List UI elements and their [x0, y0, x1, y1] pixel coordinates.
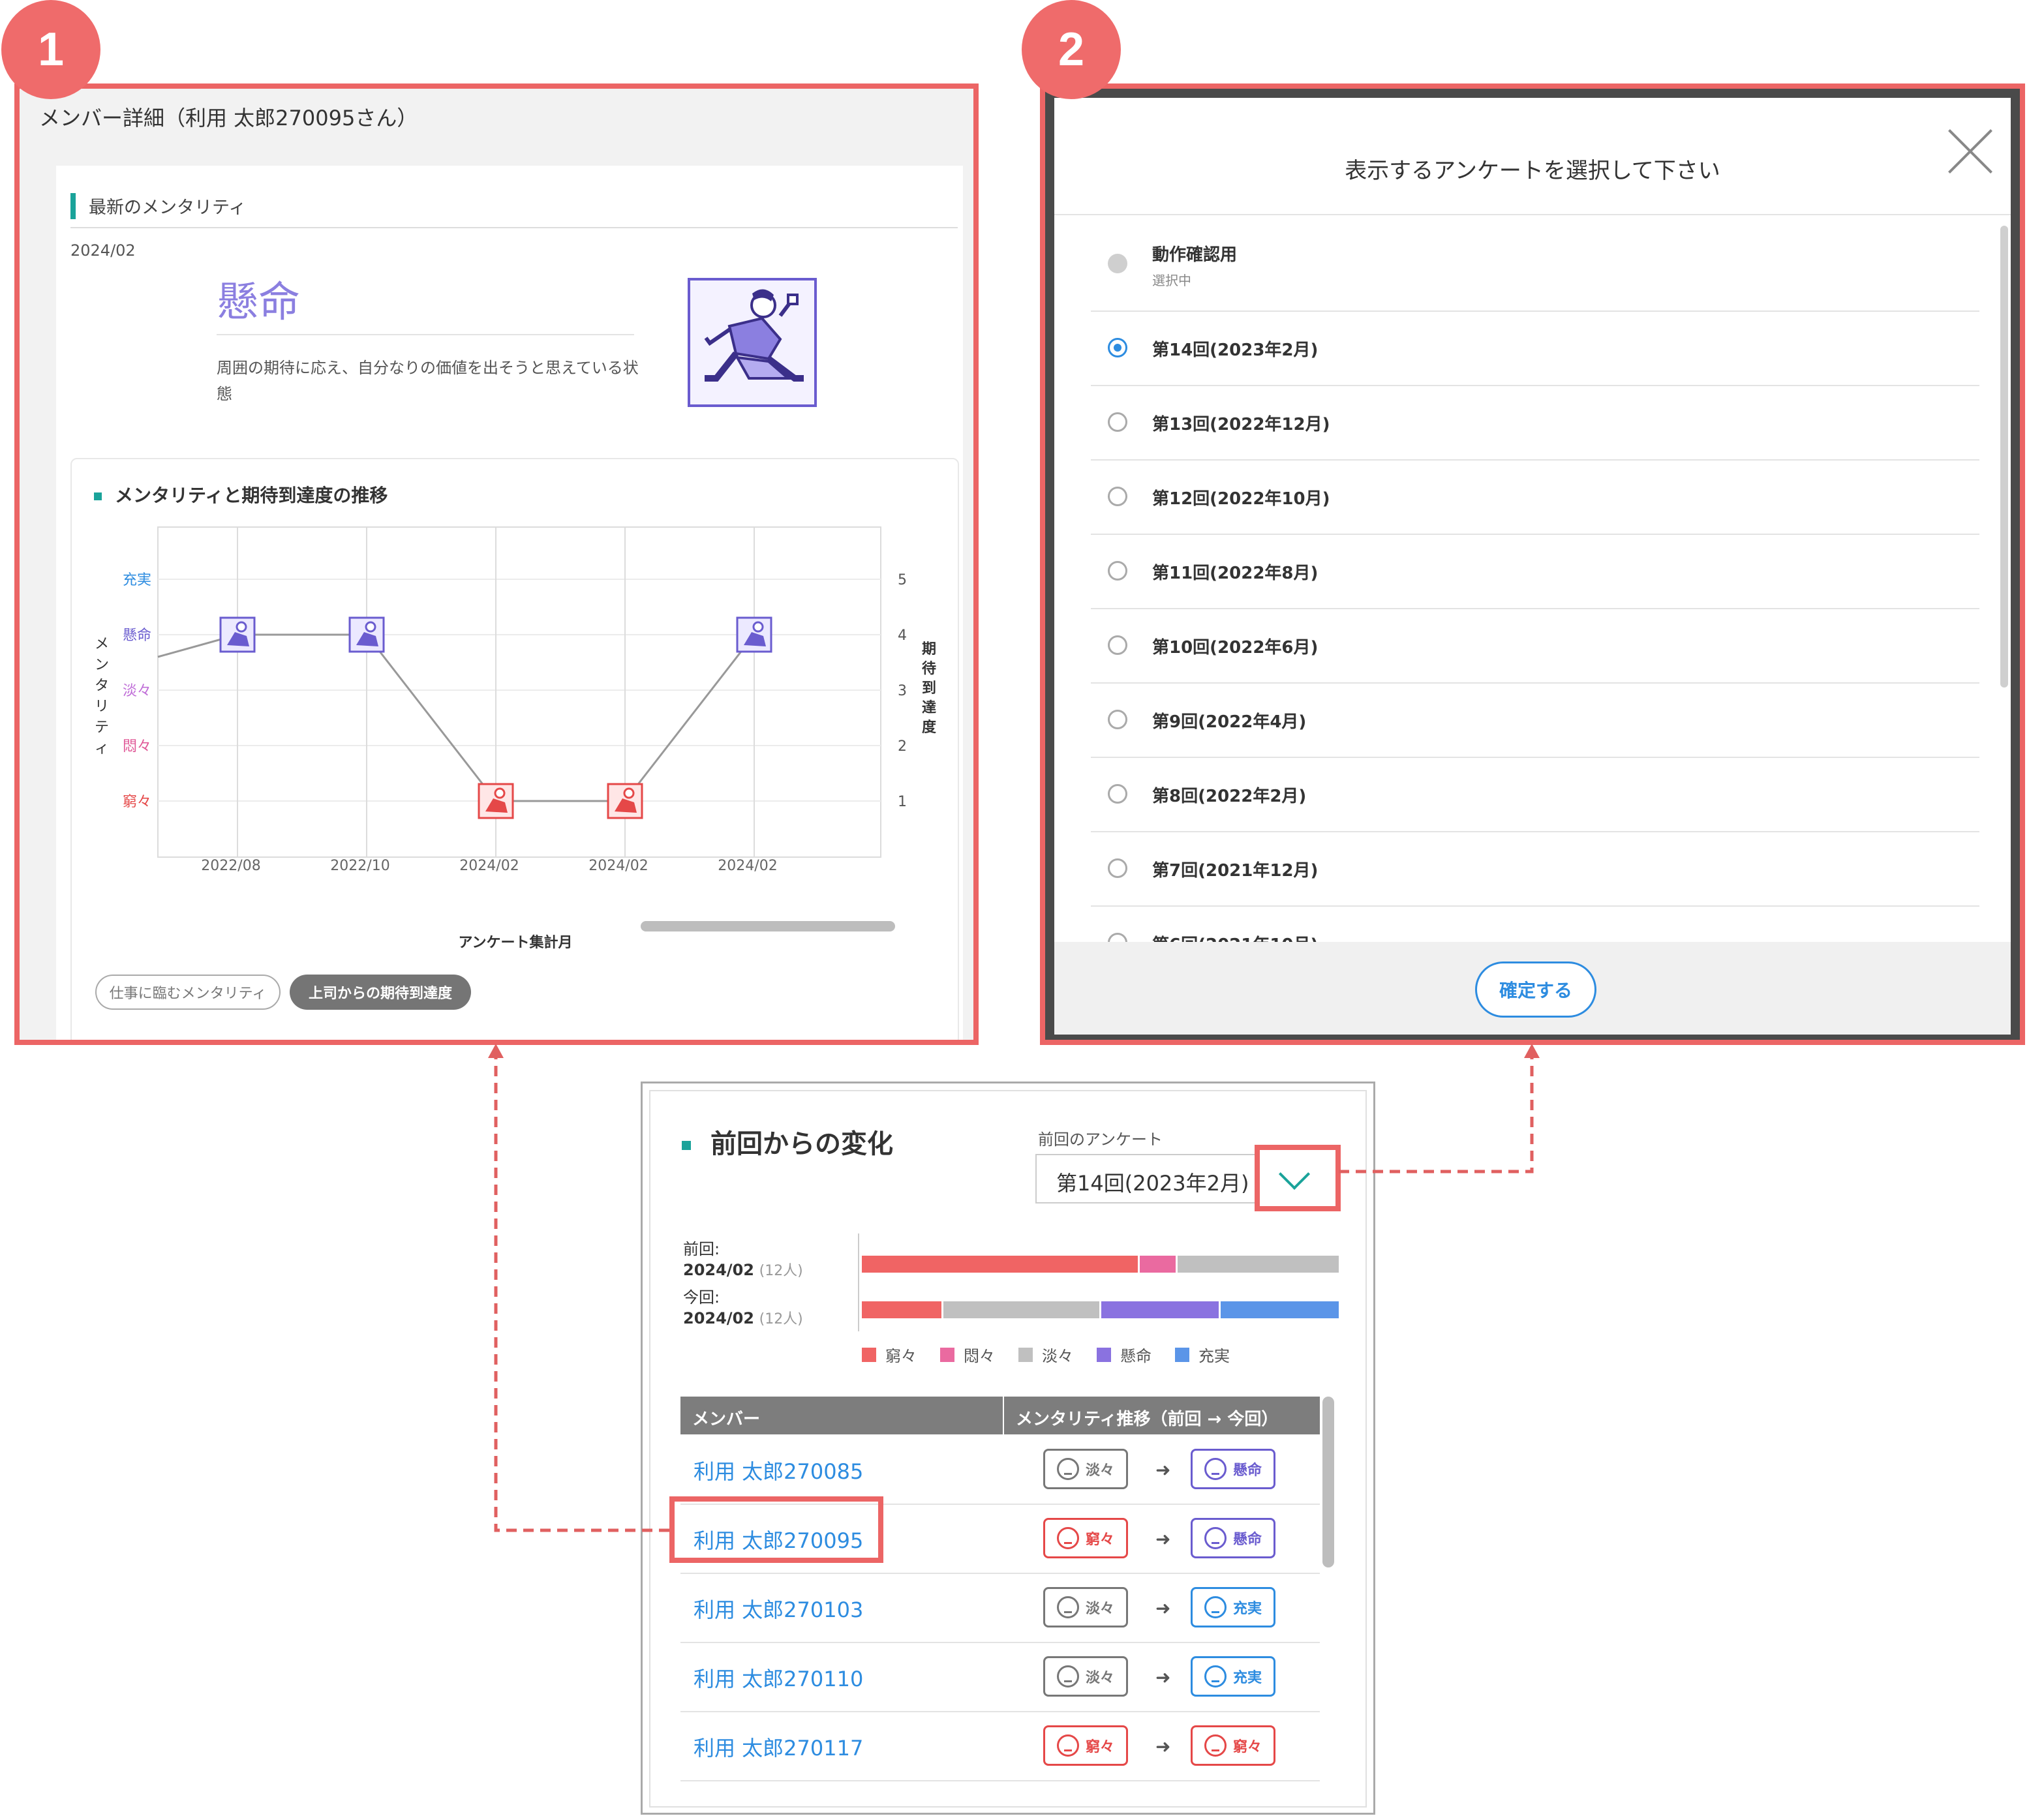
connector-lines — [488, 1044, 1540, 1532]
step-badge-2: 2 — [1022, 0, 1121, 99]
step-badge-1: 1 — [1, 0, 100, 99]
